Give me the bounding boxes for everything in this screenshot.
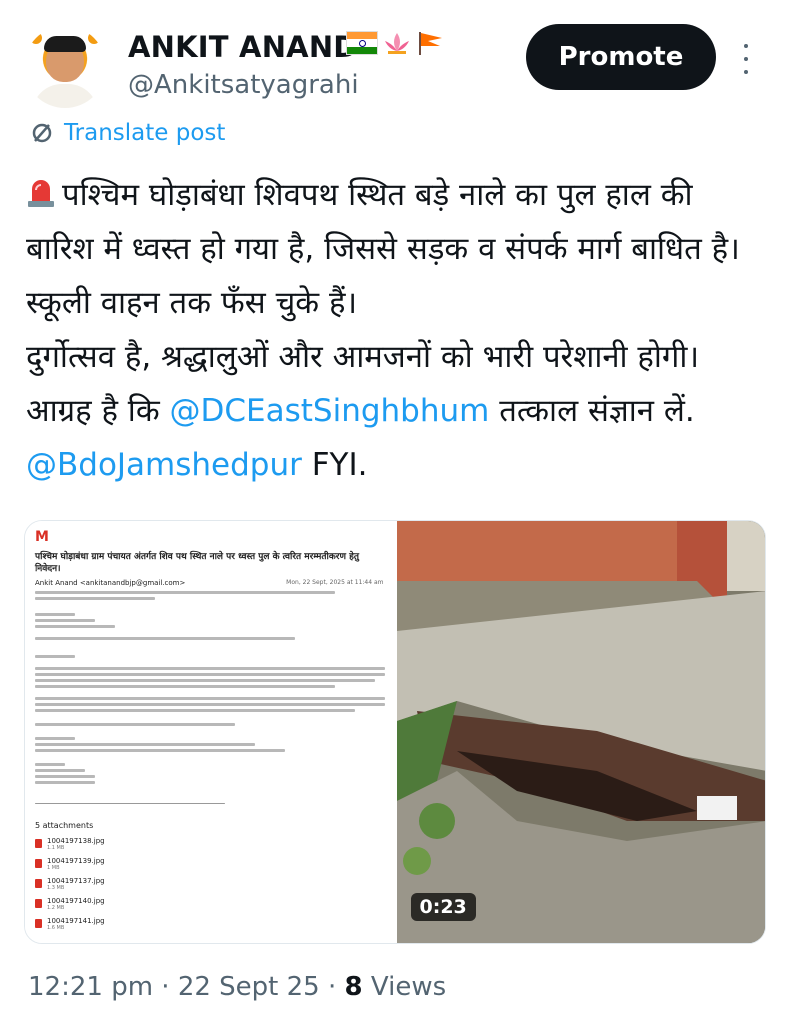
email-body-line — [35, 723, 235, 726]
broken-bridge-photo — [396, 521, 765, 943]
gmail-logo-icon: M — [35, 529, 49, 545]
attachment-size: 1.6 MB — [47, 925, 65, 931]
mention-bdojamshedpur[interactable]: @BdoJamshedpur — [26, 447, 302, 483]
email-body-line — [35, 619, 95, 622]
email-body-line — [35, 737, 75, 740]
email-recipients-line — [35, 597, 155, 600]
translate-post-link[interactable]: Translate post — [30, 120, 225, 146]
media-grid[interactable]: M पश्चिम घोड़ाबंधा ग्राम पंचायत अंतर्गत … — [24, 520, 766, 944]
tweet-paragraph-2: दुर्गोत्सव है, श्रद्धालुओं और आमजनों को … — [26, 330, 766, 492]
more-options-icon[interactable] — [736, 44, 756, 74]
attachment-item[interactable]: 1004197141.jpg 1.6 MB — [35, 917, 105, 932]
image-file-icon — [35, 899, 42, 908]
tweet-line-2-mid: तत्काल संज्ञान लें. — [489, 393, 695, 429]
email-body-line — [35, 655, 75, 658]
india-flag-icon — [346, 31, 378, 55]
email-body-line — [35, 709, 355, 712]
email-recipients-line — [35, 591, 335, 594]
translate-post-label[interactable]: Translate post — [64, 120, 225, 146]
email-body-line — [35, 685, 335, 688]
attachment-name: 1004197140.jpg — [47, 897, 105, 905]
email-divider — [35, 803, 225, 804]
lotus-badge-right — [88, 32, 100, 44]
author-handle[interactable]: @Ankitsatyagrahi — [128, 70, 359, 100]
attachment-item[interactable]: 1004197139.jpg 1 MB — [35, 857, 105, 872]
attachment-name: 1004197141.jpg — [47, 917, 105, 925]
email-screenshot-image[interactable]: M पश्चिम घोड़ाबंधा ग्राम पंचायत अंतर्गत … — [25, 521, 397, 943]
saffron-flag-icon — [419, 32, 442, 55]
email-body-line — [35, 625, 115, 628]
views-count: 8 — [344, 972, 363, 1002]
tweet-line-2-post: FYI. — [301, 447, 368, 483]
attachment-item[interactable]: 1004197140.jpg 1.2 MB — [35, 897, 105, 912]
email-body-line — [35, 667, 385, 670]
image-file-icon — [35, 919, 42, 928]
post-time[interactable]: 12:21 pm — [28, 972, 153, 1002]
image-file-icon — [35, 839, 42, 848]
email-body-line — [35, 697, 385, 700]
attachment-size: 1.3 MB — [47, 885, 65, 891]
broken-bridge-video[interactable]: 0:23 — [396, 521, 765, 943]
attachment-size: 1 MB — [47, 865, 60, 871]
mention-dceastsinghbhum[interactable]: @DCEastSinghbhum — [170, 393, 490, 429]
avatar-shirt — [32, 84, 98, 108]
email-body-line — [35, 743, 255, 746]
tweet-paragraph-1: पश्चिम घोड़ाबंधा शिवपथ स्थित बड़े नाले क… — [26, 168, 766, 330]
avatar-hair — [44, 36, 86, 52]
email-sender: Ankit Anand <ankitanandbjp@gmail.com> — [35, 579, 186, 587]
author-avatar[interactable] — [24, 26, 106, 108]
tweet-text: पश्चिम घोड़ाबंधा शिवपथ स्थित बड़े नाले क… — [26, 168, 766, 492]
attachments-title: 5 attachments — [35, 821, 94, 830]
views-label: Views — [370, 972, 447, 1002]
image-file-icon — [35, 859, 42, 868]
lotus-icon — [385, 33, 409, 54]
email-date: Mon, 22 Sept, 2025 at 11:44 am — [286, 579, 384, 586]
email-body-line — [35, 749, 285, 752]
lotus-badge-left — [30, 32, 42, 44]
attachment-size: 1.1 MB — [47, 845, 65, 851]
attachment-size: 1.2 MB — [47, 905, 65, 911]
email-body-line — [35, 703, 385, 706]
attachment-name: 1004197138.jpg — [47, 837, 105, 845]
attachment-name: 1004197139.jpg — [47, 857, 105, 865]
attachment-name: 1004197137.jpg — [47, 877, 105, 885]
author-badges — [346, 30, 444, 56]
email-body-line — [35, 775, 95, 778]
email-body-line — [35, 637, 295, 640]
email-body-line — [35, 613, 75, 616]
email-body-line — [35, 679, 375, 682]
post-date[interactable]: 22 Sept 25 — [178, 972, 320, 1002]
attachment-item[interactable]: 1004197138.jpg 1.1 MB — [35, 837, 105, 852]
email-body-line — [35, 781, 95, 784]
email-inbox-label: Inbox — [35, 565, 52, 572]
translate-icon — [32, 123, 52, 143]
promote-button[interactable]: Promote — [526, 24, 716, 90]
author-name[interactable]: ANKIT ANAND — [128, 30, 358, 64]
email-body-line — [35, 763, 65, 766]
email-subject: पश्चिम घोड़ाबंधा ग्राम पंचायत अंतर्गत शि… — [35, 552, 360, 574]
siren-icon — [28, 180, 54, 207]
email-body-line — [35, 673, 385, 676]
tweet-meta: 12:21 pm · 22 Sept 25 · 8 Views — [28, 972, 447, 1002]
image-file-icon — [35, 879, 42, 888]
tweet-line-1: पश्चिम घोड़ाबंधा शिवपथ स्थित बड़े नाले क… — [26, 177, 740, 321]
attachment-item[interactable]: 1004197137.jpg 1.3 MB — [35, 877, 105, 892]
email-body-line — [35, 769, 85, 772]
video-timer: 0:23 — [410, 893, 476, 921]
